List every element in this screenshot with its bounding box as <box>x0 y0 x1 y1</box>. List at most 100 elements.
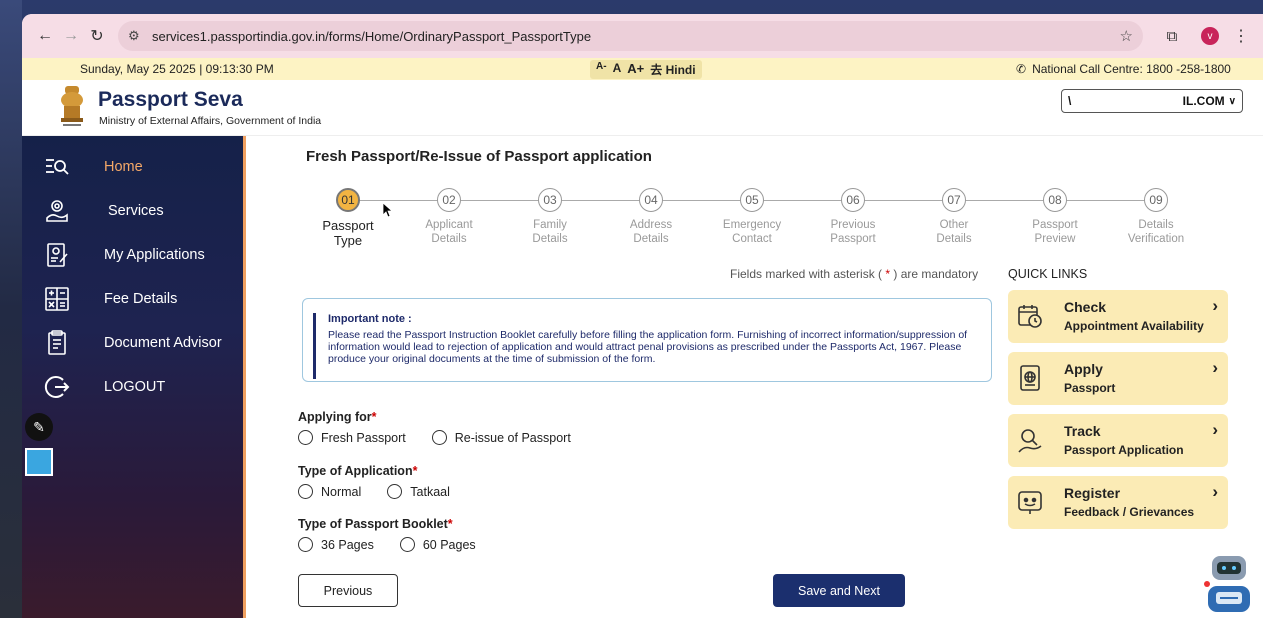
step-emergency-contact[interactable]: 05 Emergency Contact <box>702 188 802 246</box>
site-title[interactable]: Passport Seva <box>98 88 243 112</box>
user-account-dropdown[interactable]: \ IL.COM ∨ <box>1061 89 1243 113</box>
forward-icon[interactable]: → <box>58 23 84 49</box>
radio-tatkaal[interactable]: Tatkaal <box>387 484 450 499</box>
step-address-details[interactable]: 04 Address Details <box>601 188 701 246</box>
quick-link-subtitle: Appointment Availability <box>1064 319 1204 333</box>
pen-tool-icon[interactable]: ✎ <box>25 413 53 441</box>
applications-icon <box>47 243 68 267</box>
language-toggle[interactable]: 去 Hindi <box>650 61 695 78</box>
calendar-clock-icon <box>1018 305 1042 328</box>
step-label: Passport Type <box>322 218 374 248</box>
step-passport-type[interactable]: 01 Passport Type <box>298 188 398 248</box>
quick-link-subtitle: Passport Application <box>1064 443 1184 457</box>
quick-link-title: Apply <box>1064 361 1103 377</box>
profile-avatar[interactable]: v <box>1201 27 1219 45</box>
sidebar: Home Services My Applications Fee Detail… <box>22 136 246 618</box>
radio-reissue-passport[interactable]: Re-issue of Passport <box>431 430 571 445</box>
step-number: 07 <box>942 188 966 212</box>
quick-link-title: Check <box>1064 299 1107 315</box>
quick-link-subtitle: Passport <box>1064 381 1116 395</box>
step-applicant-details[interactable]: 02 Applicant Details <box>399 188 499 246</box>
radio-circle[interactable] <box>298 430 313 445</box>
radio-circle[interactable] <box>431 430 447 445</box>
main-content: Fresh Passport/Re-Issue of Passport appl… <box>246 136 1263 618</box>
call-centre-text: National Call Centre: 1800 -258-1800 <box>1032 62 1231 76</box>
font-normal-button[interactable]: A <box>613 61 622 78</box>
step-label: Emergency Contact <box>722 219 782 245</box>
quick-link-check-appointment[interactable]: Check Appointment Availability › <box>1008 290 1228 343</box>
bookmark-star-icon[interactable]: ☆ <box>1120 27 1133 45</box>
step-number: 06 <box>841 188 865 212</box>
site-header: Passport Seva Ministry of External Affai… <box>22 80 1263 136</box>
radio-60-pages[interactable]: 60 Pages <box>399 537 476 552</box>
national-emblem-logo[interactable] <box>56 84 88 130</box>
address-bar[interactable]: ⚙ services1.passportindia.gov.in/forms/H… <box>118 21 1143 51</box>
quick-link-register-feedback[interactable]: Register Feedback / Grievances › <box>1008 476 1228 529</box>
previous-button[interactable]: Previous <box>298 574 398 607</box>
chevron-right-icon: › <box>1212 296 1218 315</box>
chevron-right-icon: › <box>1212 358 1218 377</box>
step-family-details[interactable]: 03 Family Details <box>500 188 600 246</box>
logout-icon <box>44 376 70 398</box>
radio-normal[interactable]: Normal <box>298 484 361 499</box>
radio-circle[interactable] <box>298 484 313 499</box>
radio-label: 60 Pages <box>422 537 476 552</box>
save-and-next-button[interactable]: Save and Next <box>773 574 905 607</box>
step-number: 02 <box>437 188 461 212</box>
desktop-background <box>0 0 22 618</box>
step-details-verification[interactable]: 09 Details Verification <box>1106 188 1206 246</box>
radio-label: Normal <box>321 484 362 499</box>
back-icon[interactable]: ← <box>32 23 58 49</box>
step-label: Other Details <box>936 219 972 245</box>
info-strip: Sunday, May 25 2025 | 09:13:30 PM A- A A… <box>22 58 1263 80</box>
application-type-label: Type of Application* <box>298 464 418 478</box>
sidebar-item-label: Fee Details <box>104 291 178 307</box>
chatbot-icon[interactable] <box>1204 554 1254 618</box>
site-settings-icon[interactable]: ⚙ <box>128 28 146 44</box>
phone-icon: ✆ <box>1016 62 1027 76</box>
sidebar-item-label: LOGOUT <box>104 379 166 395</box>
booklet-type-label: Type of Passport Booklet* <box>298 517 453 531</box>
radio-circle[interactable] <box>387 484 403 499</box>
overlay-app-icon[interactable] <box>25 448 53 476</box>
applying-for-label: Applying for* <box>298 410 377 424</box>
font-decrease-button[interactable]: A- <box>596 61 607 78</box>
sidebar-item-document-advisor[interactable]: Document Advisor <box>22 323 246 363</box>
sidebar-item-label: Home <box>104 159 143 175</box>
step-previous-passport[interactable]: 06 Previous Passport <box>803 188 903 246</box>
radio-circle[interactable] <box>399 537 415 552</box>
step-label: Family Details <box>532 219 568 245</box>
font-size-controls: A- A A+ 去 Hindi <box>590 59 702 79</box>
step-other-details[interactable]: 07 Other Details <box>904 188 1004 246</box>
chevron-down-icon: ∨ <box>1228 95 1236 107</box>
step-number: 08 <box>1043 188 1067 212</box>
page-title: Fresh Passport/Re-Issue of Passport appl… <box>306 148 652 165</box>
sidebar-item-label: My Applications <box>104 247 205 263</box>
quick-links-title: QUICK LINKS <box>1008 267 1088 281</box>
radio-fresh-passport[interactable]: Fresh Passport <box>298 430 406 445</box>
track-status-icon <box>1018 429 1042 453</box>
sidebar-item-services[interactable]: Services <box>22 191 246 231</box>
radio-label: Re-issue of Passport <box>454 430 571 445</box>
extensions-icon[interactable]: ⧉ <box>1157 28 1187 45</box>
sidebar-item-logout[interactable]: LOGOUT <box>22 367 246 407</box>
applying-for-options: Fresh Passport Re-issue of Passport <box>298 430 571 445</box>
home-icon <box>46 159 69 175</box>
note-text: Please read the Passport Instruction Boo… <box>328 329 968 365</box>
step-number: 01 <box>336 188 360 212</box>
quick-link-track-application[interactable]: Track Passport Application › <box>1008 414 1228 467</box>
reload-icon[interactable]: ↻ <box>84 23 110 49</box>
sidebar-item-my-applications[interactable]: My Applications <box>22 235 246 275</box>
quick-link-apply-passport[interactable]: Apply Passport › <box>1008 352 1228 405</box>
sidebar-item-home[interactable]: Home <box>22 147 246 187</box>
browser-menu-icon[interactable]: ⋮ <box>1233 26 1249 46</box>
font-increase-button[interactable]: A+ <box>627 61 644 78</box>
radio-circle[interactable] <box>298 537 313 552</box>
quick-link-title: Track <box>1064 423 1101 439</box>
chevron-right-icon: › <box>1212 420 1218 439</box>
sidebar-item-fee-details[interactable]: Fee Details <box>22 279 246 319</box>
step-passport-preview[interactable]: 08 Passport Preview <box>1005 188 1105 246</box>
radio-36-pages[interactable]: 36 Pages <box>298 537 374 552</box>
step-number: 03 <box>538 188 562 212</box>
url-text[interactable]: services1.passportindia.gov.in/forms/Hom… <box>152 29 1120 44</box>
